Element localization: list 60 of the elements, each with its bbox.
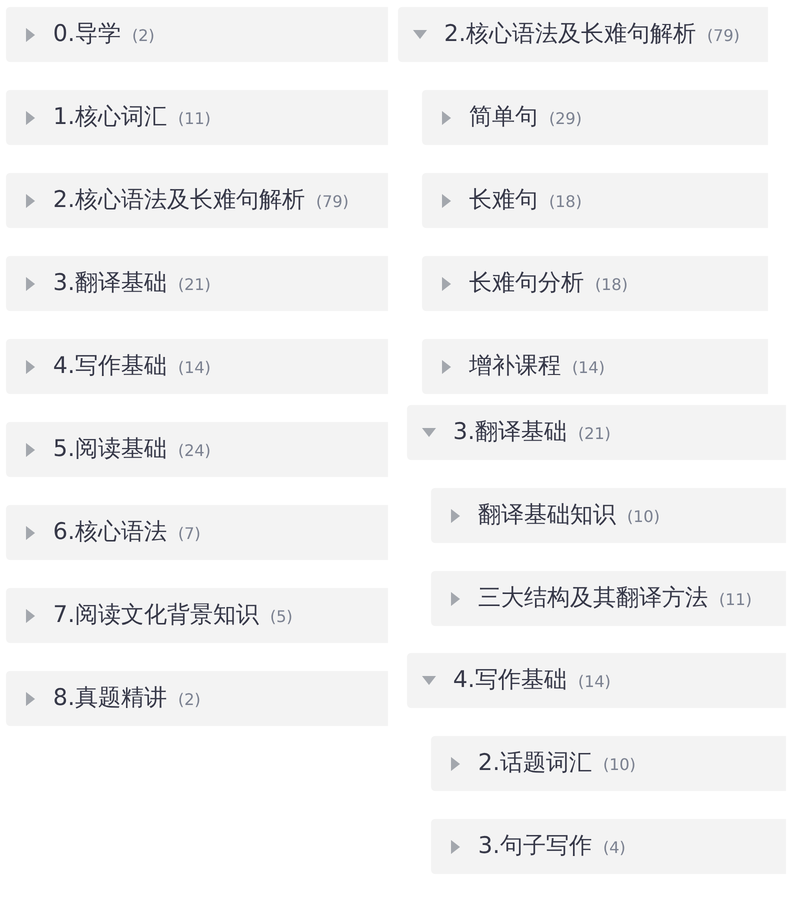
item-count: (79) — [316, 191, 349, 210]
tree-item[interactable]: 5.阅读基础 (24) — [6, 422, 388, 477]
item-count: (18) — [549, 191, 582, 210]
tree-item[interactable]: 长难句分析 (18) — [422, 256, 768, 311]
item-count: (14) — [578, 671, 611, 690]
tree-item[interactable]: 2.核心语法及长难句解析 (79) — [398, 7, 768, 62]
caret-right-icon[interactable] — [26, 194, 35, 208]
tree-item[interactable]: 6.核心语法 (7) — [6, 505, 388, 560]
caret-right-icon[interactable] — [26, 692, 35, 706]
caret-down-icon[interactable] — [422, 428, 436, 437]
caret-right-icon[interactable] — [442, 194, 451, 208]
item-count: (2) — [178, 689, 201, 708]
tree-item[interactable]: 3.翻译基础 (21) — [6, 256, 388, 311]
item-count: (21) — [178, 274, 211, 293]
tree-item[interactable]: 7.阅读文化背景知识 (5) — [6, 588, 388, 643]
caret-right-icon[interactable] — [451, 592, 460, 606]
tree-item[interactable]: 4.写作基础 (14) — [6, 339, 388, 394]
item-count: (24) — [178, 440, 211, 459]
tree-item[interactable]: 2.核心语法及长难句解析 (79) — [6, 173, 388, 228]
item-count: (29) — [549, 108, 582, 127]
tree-item[interactable]: 三大结构及其翻译方法 (11) — [431, 571, 786, 626]
item-count: (4) — [602, 837, 626, 856]
tree-item[interactable]: 3.翻译基础 (21) — [407, 405, 786, 460]
tree-item[interactable]: 增补课程 (14) — [422, 339, 768, 394]
caret-right-icon[interactable] — [26, 526, 35, 540]
tree-item[interactable]: 长难句 (18) — [422, 173, 768, 228]
tree-item[interactable]: 1.核心词汇 (11) — [6, 90, 388, 145]
item-count: (14) — [178, 357, 211, 376]
item-count: (2) — [132, 25, 155, 44]
item-count: (11) — [178, 108, 211, 127]
caret-right-icon[interactable] — [451, 508, 460, 522]
caret-right-icon[interactable] — [26, 442, 35, 456]
item-count: (79) — [706, 25, 740, 44]
item-count: (18) — [595, 274, 628, 293]
caret-right-icon[interactable] — [26, 276, 35, 290]
item-count: (7) — [178, 523, 201, 542]
caret-right-icon[interactable] — [26, 110, 35, 124]
caret-right-icon[interactable] — [442, 360, 451, 374]
tree-item[interactable]: 2.话题词汇 (10) — [431, 736, 786, 791]
item-count: (10) — [602, 754, 636, 773]
item-count: (10) — [627, 506, 660, 525]
tree-item[interactable]: 0.导学 (2) — [6, 7, 388, 62]
caret-down-icon[interactable] — [422, 676, 436, 685]
caret-right-icon[interactable] — [26, 28, 35, 42]
caret-right-icon[interactable] — [451, 756, 460, 770]
tree-item[interactable]: 3.句子写作 (4) — [431, 819, 786, 874]
caret-right-icon[interactable] — [442, 276, 451, 290]
item-count: (5) — [270, 606, 293, 625]
caret-right-icon[interactable] — [26, 608, 35, 622]
caret-down-icon[interactable] — [413, 30, 427, 39]
tree-item[interactable]: 简单句 (29) — [422, 90, 768, 145]
item-count: (11) — [719, 589, 752, 608]
caret-right-icon[interactable] — [451, 840, 460, 854]
tree-item[interactable]: 8.真题精讲 (2) — [6, 671, 388, 726]
item-count: (14) — [572, 357, 605, 376]
tree-item[interactable]: 4.写作基础 (14) — [407, 653, 786, 708]
caret-right-icon[interactable] — [442, 110, 451, 124]
item-count: (21) — [578, 423, 611, 442]
caret-right-icon[interactable] — [26, 360, 35, 374]
tree-item[interactable]: 翻译基础知识 (10) — [431, 488, 786, 543]
